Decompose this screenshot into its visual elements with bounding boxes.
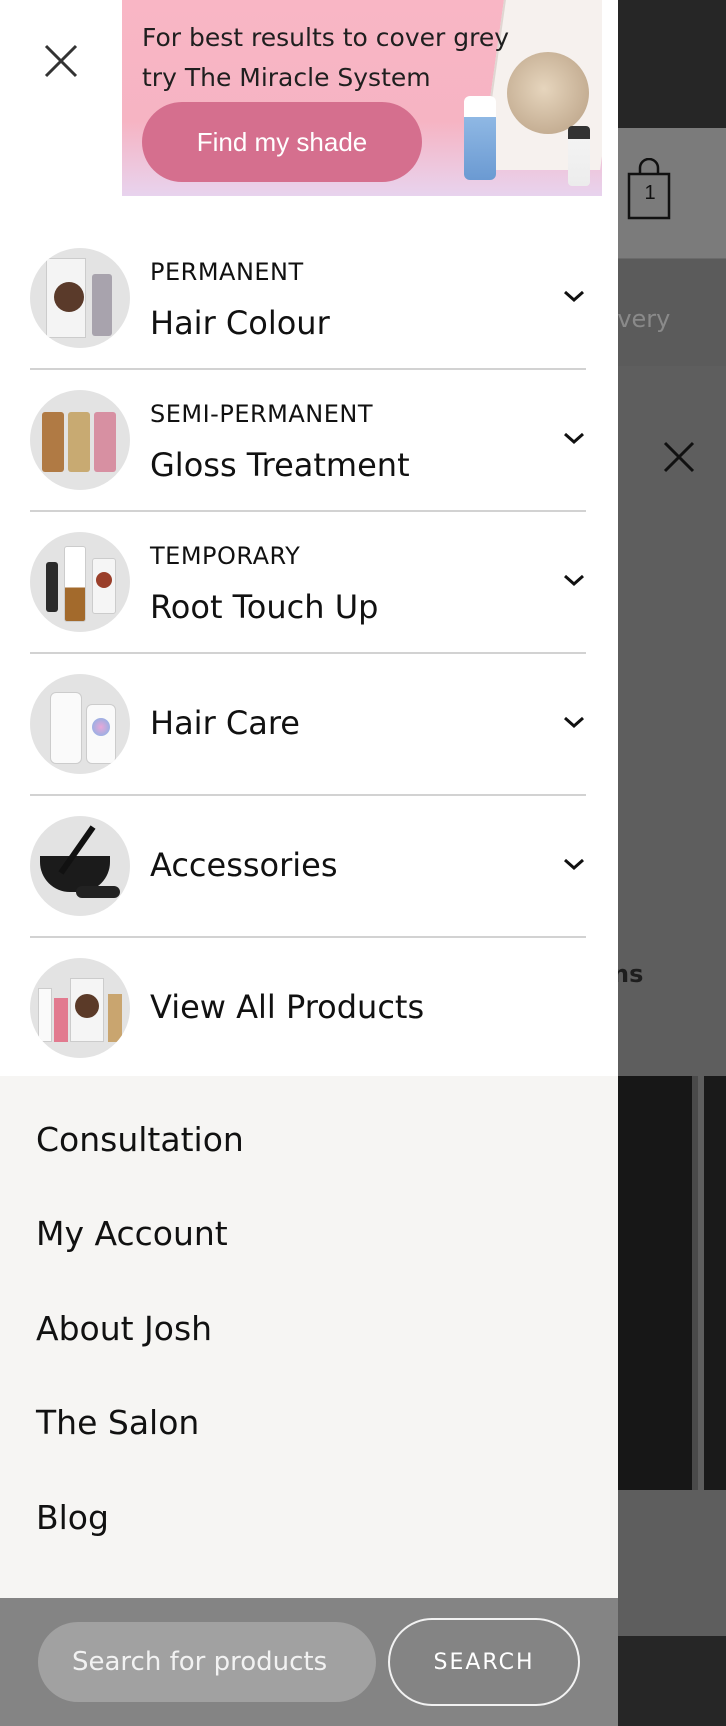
category-item-accessories[interactable]: Accessories: [30, 796, 586, 938]
hair-colour-kit-icon: [30, 248, 130, 348]
search-bar: SEARCH: [0, 1598, 618, 1726]
find-my-shade-button[interactable]: Find my shade: [142, 102, 422, 182]
category-subtitle: SEMI-PERMANENT: [150, 400, 374, 428]
category-title: Hair Care: [150, 704, 300, 742]
category-item-hair-colour[interactable]: PERMANENT Hair Colour: [30, 228, 586, 370]
gloss-tubes-icon: [30, 390, 130, 490]
navigation-drawer: For best results to cover grey try The M…: [0, 0, 618, 1726]
search-input[interactable]: [38, 1622, 376, 1702]
chevron-down-icon[interactable]: [562, 710, 586, 734]
link-the-salon[interactable]: The Salon: [36, 1403, 199, 1442]
secondary-links: Consultation My Account About Josh The S…: [0, 1076, 618, 1598]
category-subtitle: TEMPORARY: [150, 542, 301, 570]
search-button[interactable]: SEARCH: [388, 1618, 580, 1706]
category-title: Gloss Treatment: [150, 446, 410, 484]
category-item-root-touch-up[interactable]: TEMPORARY Root Touch Up: [30, 512, 586, 654]
cart-count: 1: [644, 182, 656, 204]
category-title: Hair Colour: [150, 304, 330, 342]
link-my-account[interactable]: My Account: [36, 1214, 228, 1253]
product-bottle-image: [568, 126, 590, 186]
category-item-gloss-treatment[interactable]: SEMI-PERMANENT Gloss Treatment: [30, 370, 586, 512]
category-item-view-all[interactable]: View All Products: [30, 938, 586, 1080]
brush-bowl-icon: [30, 816, 130, 916]
background-hair-image-2: [704, 1076, 726, 1490]
category-title: View All Products: [150, 988, 425, 1026]
chevron-down-icon[interactable]: [562, 284, 586, 308]
chevron-down-icon[interactable]: [562, 426, 586, 450]
promo-banner[interactable]: For best results to cover grey try The M…: [122, 0, 602, 196]
link-blog[interactable]: Blog: [36, 1498, 109, 1537]
chevron-down-icon[interactable]: [562, 852, 586, 876]
link-consultation[interactable]: Consultation: [36, 1120, 244, 1159]
category-item-hair-care[interactable]: Hair Care: [30, 654, 586, 796]
link-about-josh[interactable]: About Josh: [36, 1309, 212, 1348]
hair-care-bottles-icon: [30, 674, 130, 774]
background-hair-image: [618, 1076, 698, 1490]
all-products-icon: [30, 958, 130, 1058]
category-subtitle: PERMANENT: [150, 258, 304, 286]
category-list: PERMANENT Hair Colour SEMI-PERMANENT Glo…: [30, 228, 586, 1080]
close-icon[interactable]: [42, 42, 80, 80]
background-close-icon: [663, 441, 695, 473]
chevron-down-icon[interactable]: [562, 568, 586, 592]
root-touch-up-icon: [30, 532, 130, 632]
category-title: Accessories: [150, 846, 338, 884]
category-title: Root Touch Up: [150, 588, 379, 626]
promo-text: For best results to cover grey try The M…: [142, 23, 509, 92]
product-tube-image: [464, 96, 496, 180]
